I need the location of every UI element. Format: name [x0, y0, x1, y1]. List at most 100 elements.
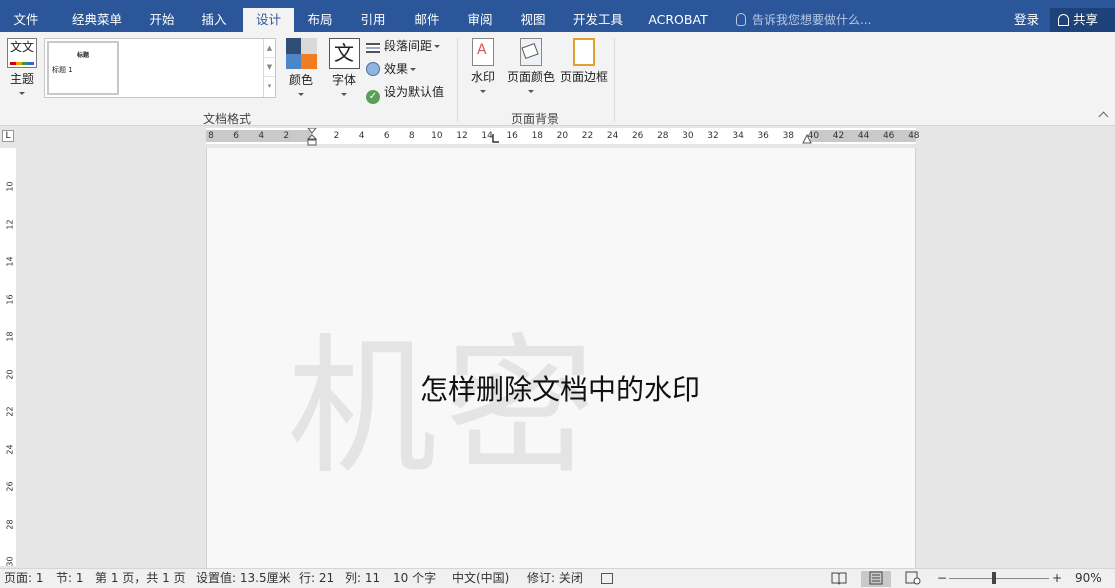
status-page-of[interactable]: 第 1 页，共 1 页	[95, 569, 186, 588]
ruler-tick-label: 22	[581, 131, 594, 141]
paragraph-spacing-label: 段落间距	[384, 39, 433, 53]
status-language[interactable]: 中文(中国)	[452, 569, 509, 588]
tab-insert[interactable]: 插入	[192, 8, 236, 32]
ruler-tick-label: 6	[383, 131, 390, 141]
zoom-slider-thumb[interactable]	[992, 572, 996, 584]
set-as-default-label: 设为默认值	[384, 85, 445, 99]
tab-classic-menu[interactable]: 经典菜单	[60, 8, 134, 32]
watermark-icon: A	[472, 38, 494, 66]
ruler-tick-label: 24	[5, 443, 15, 455]
tab-selector[interactable]: L	[2, 130, 14, 142]
tab-design[interactable]: 设计	[243, 8, 294, 32]
thumb-heading-text: 标题 1	[52, 66, 73, 74]
watermark-text: 机密	[287, 321, 604, 495]
status-column[interactable]: 列: 11	[345, 569, 380, 588]
read-mode-button[interactable]	[824, 571, 854, 587]
ruler-tick-label: 10	[431, 131, 443, 141]
indent-marker-icon[interactable]	[307, 128, 317, 146]
ruler-tick-label: 22	[5, 406, 15, 417]
tab-view[interactable]: 视图	[511, 8, 555, 32]
tab-layout[interactable]: 布局	[298, 8, 342, 32]
set-as-default-button[interactable]: ✓ 设为默认值	[366, 82, 445, 104]
zoom-out-button[interactable]: −	[937, 569, 947, 588]
tab-acrobat[interactable]: ACROBAT	[642, 8, 714, 32]
status-line[interactable]: 行: 21	[299, 569, 334, 588]
ruler-tick-label: 30	[682, 131, 694, 141]
chevron-down-icon	[480, 90, 486, 93]
page-borders-button[interactable]: 页面边框	[558, 38, 610, 85]
share-button[interactable]: 共享	[1050, 8, 1115, 32]
status-page[interactable]: 页面: 1	[4, 569, 44, 588]
gallery-scroller[interactable]: ▲ ▼ ▾	[263, 39, 275, 97]
chevron-down-icon	[528, 90, 534, 93]
zoom-level[interactable]: 90%	[1075, 569, 1102, 588]
colors-label: 颜色	[288, 73, 313, 87]
swatch-2	[301, 38, 317, 54]
gallery-down-icon[interactable]: ▼	[264, 58, 275, 77]
page-borders-label: 页面边框	[559, 70, 608, 84]
ruler-tick-label: 42	[832, 131, 845, 141]
tab-references[interactable]: 引用	[351, 8, 395, 32]
fonts-button[interactable]: 文 字体	[326, 38, 362, 96]
horizontal-ruler[interactable]: 8 6 4 2 2 4 6 8 10 12 14 16 18 20 22 24 26 28 30 32 34 36 38 40…	[206, 128, 920, 146]
ruler-tick-label: 30	[5, 556, 15, 567]
tell-me-placeholder: 告诉我您想要做什么...	[752, 13, 872, 27]
status-word-count[interactable]: 10 个字	[393, 569, 436, 588]
paragraph-spacing-button[interactable]: 段落间距	[366, 36, 441, 56]
status-position[interactable]: 设置值: 13.5厘米	[196, 569, 291, 588]
gallery-up-icon[interactable]: ▲	[264, 39, 275, 58]
tab-home[interactable]: 开始	[140, 8, 184, 32]
ruler-tick-label: 4	[258, 131, 265, 141]
ruler-tick-label: 12	[456, 131, 468, 141]
macro-icon[interactable]	[601, 573, 613, 584]
style-set-thumbnail[interactable]: 标题 标题 1	[47, 41, 119, 95]
ruler-tick-label: 12	[5, 218, 15, 230]
status-track-changes[interactable]: 修订: 关闭	[527, 569, 583, 588]
page-color-icon	[520, 38, 542, 66]
zoom-in-button[interactable]: +	[1052, 569, 1062, 588]
print-layout-button[interactable]	[861, 571, 891, 587]
tell-me-box[interactable]: 告诉我您想要做什么...	[736, 8, 871, 32]
person-icon	[1058, 14, 1069, 26]
ruler-tick-label: 18	[5, 331, 15, 342]
document-body-text[interactable]: 怎样删除文档中的水印	[420, 368, 700, 408]
gallery-more-icon[interactable]: ▾	[264, 77, 275, 96]
ruler-tick-label: 20	[5, 368, 15, 380]
ruler-tick-label: 28	[657, 131, 669, 141]
ruler-tick-label: 2	[333, 131, 340, 141]
ruler-tick-label: 14	[481, 131, 493, 141]
themes-button[interactable]: 文文 主题	[4, 38, 40, 95]
swatch-1	[285, 38, 301, 54]
ruler-tick-label: 34	[732, 131, 744, 141]
ruler-tick-label: 32	[707, 131, 719, 141]
watermark-button[interactable]: A 水印	[466, 38, 500, 93]
doc-format-group-label: 文档格式	[203, 112, 252, 126]
colors-button[interactable]: 颜色	[283, 38, 319, 96]
status-bar: 页面: 1 节: 1 第 1 页，共 1 页 设置值: 13.5厘米 行: 21…	[0, 568, 1115, 588]
ruler-tick-label: 48	[908, 131, 920, 141]
collapse-ribbon-icon[interactable]	[1098, 111, 1109, 122]
thumb-title-text: 标题	[77, 52, 90, 59]
effects-button[interactable]: 效果	[366, 59, 417, 79]
tab-file[interactable]: 文件	[0, 8, 52, 32]
theme-icon-text: 文文	[9, 40, 34, 54]
zoom-slider-track[interactable]	[949, 578, 1049, 579]
status-section[interactable]: 节: 1	[56, 569, 84, 588]
tab-developer[interactable]: 开发工具	[565, 8, 631, 32]
checkmark-icon: ✓	[366, 90, 380, 104]
vertical-ruler[interactable]: 10 12 14 16 18 20 22 24 26 28 30	[0, 148, 16, 567]
login-link[interactable]: 登录	[1014, 8, 1039, 32]
ruler-tick-label: 46	[882, 131, 895, 141]
tab-review[interactable]: 审阅	[458, 8, 502, 32]
theme-icon: 文文	[7, 38, 37, 68]
group-separator	[457, 38, 458, 122]
web-layout-button[interactable]	[898, 571, 928, 587]
tab-mailings[interactable]: 邮件	[405, 8, 449, 32]
ruler-tick-label: 16	[5, 293, 15, 305]
style-set-gallery[interactable]: 标题 标题 1 ▲ ▼ ▾	[44, 38, 276, 98]
page-color-button[interactable]: 页面颜色	[505, 38, 557, 93]
ruler-tick-label: 10	[5, 181, 15, 192]
chevron-down-icon	[341, 93, 347, 96]
group-separator	[614, 38, 615, 122]
document-page[interactable]: 机密 怎样删除文档中的水印	[206, 148, 916, 568]
